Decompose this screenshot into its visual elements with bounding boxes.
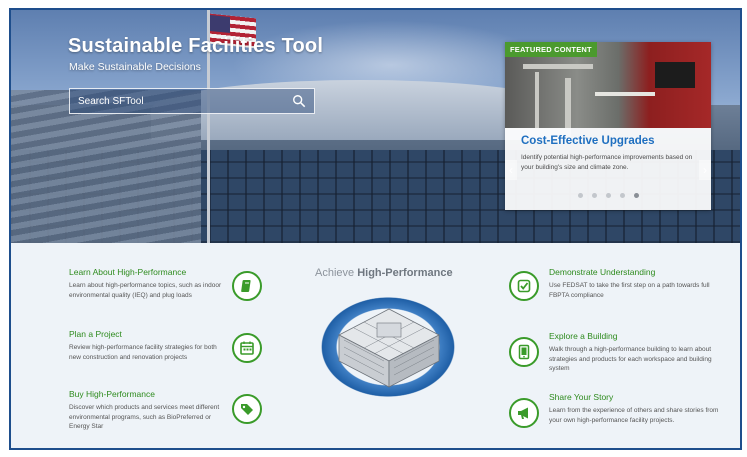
megaphone-icon[interactable] — [509, 398, 539, 428]
features-section: Learn About High-Performance Learn about… — [11, 243, 740, 448]
feature-description: Review high-performance facility strateg… — [69, 344, 217, 361]
tablet-icon[interactable] — [509, 337, 539, 367]
feature-share: Share Your Story Learn from the experien… — [549, 392, 719, 425]
feature-title[interactable]: Demonstrate Understanding — [549, 267, 719, 277]
feature-title[interactable]: Share Your Story — [549, 392, 719, 402]
carousel-dot[interactable] — [577, 193, 583, 198]
feature-title[interactable]: Explore a Building — [549, 331, 719, 341]
page-frame: Sustainable Facilities Tool Make Sustain… — [9, 8, 742, 450]
site-title[interactable]: Sustainable Facilities Tool — [68, 35, 323, 58]
carousel-dot[interactable] — [591, 193, 597, 198]
search-input[interactable] — [78, 95, 292, 107]
feature-plan: Plan a Project Review high-performance f… — [69, 329, 229, 362]
chevron-right-icon[interactable]: › — [699, 160, 711, 180]
book-icon[interactable] — [232, 271, 262, 301]
feature-description: Discover which products and services mee… — [69, 404, 220, 430]
feature-title[interactable]: Learn About High-Performance — [69, 267, 229, 277]
hero-banner: Sustainable Facilities Tool Make Sustain… — [11, 10, 740, 243]
carousel-dot-active[interactable] — [633, 193, 639, 198]
feature-title[interactable]: Plan a Project — [69, 329, 229, 339]
feature-description: Learn from the experience of others and … — [549, 407, 719, 424]
calendar-icon[interactable] — [232, 333, 262, 363]
featured-title[interactable]: Cost-Effective Upgrades — [521, 135, 655, 147]
feature-description: Use FEDSAT to take the first step on a p… — [549, 282, 710, 299]
featured-badge: FEATURED CONTENT — [505, 42, 597, 57]
carousel-dot[interactable] — [605, 193, 611, 198]
carousel-dots — [505, 193, 711, 198]
feature-description: Learn about high-performance topics, suc… — [69, 282, 222, 299]
tag-icon[interactable] — [232, 394, 262, 424]
feature-buy: Buy High-Performance Discover which prod… — [69, 389, 229, 432]
search-box[interactable] — [69, 88, 315, 114]
center-heading: Achieve High-Performance — [315, 267, 453, 279]
site-tagline: Make Sustainable Decisions — [69, 61, 201, 73]
search-icon[interactable] — [292, 94, 306, 108]
feature-learn: Learn About High-Performance Learn about… — [69, 267, 229, 300]
feature-demonstrate: Demonstrate Understanding Use FEDSAT to … — [549, 267, 719, 300]
featured-description: Identify potential high-performance impr… — [521, 154, 693, 171]
feature-title[interactable]: Buy High-Performance — [69, 389, 229, 399]
building-illustration[interactable] — [329, 295, 447, 395]
featured-content-card[interactable]: FEATURED CONTENT Cost-Effective Upgrades… — [505, 42, 711, 210]
feature-explore: Explore a Building Walk through a high-p… — [549, 331, 719, 374]
feature-description: Walk through a high-performance building… — [549, 346, 712, 372]
checkbox-icon[interactable] — [509, 271, 539, 301]
carousel-dot[interactable] — [619, 193, 625, 198]
chevron-left-icon[interactable]: ‹ — [505, 160, 517, 180]
